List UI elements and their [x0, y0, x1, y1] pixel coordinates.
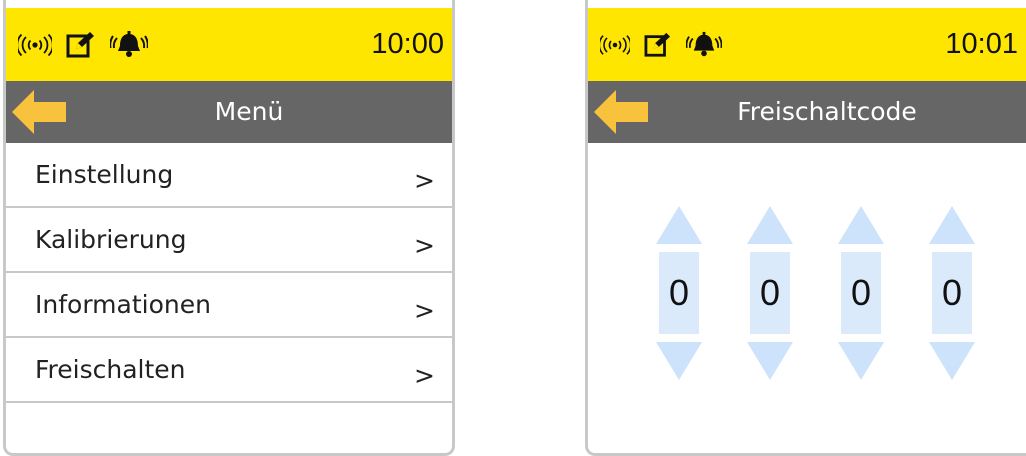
clock: 10:01 [945, 28, 1018, 60]
chevron-right-icon: > [414, 361, 435, 390]
increment-arrow-icon[interactable] [929, 206, 975, 244]
increment-arrow-icon[interactable] [838, 206, 884, 244]
title-bar: Menü [6, 81, 452, 143]
decrement-arrow-icon[interactable] [838, 342, 884, 380]
menu-item-label: Kalibrierung [35, 225, 187, 254]
menu-item-label: Einstellung [35, 160, 174, 189]
menu-item-label: Freischalten [35, 355, 186, 384]
title-bar: Freischaltcode [588, 81, 1026, 143]
page-title: Menü [214, 97, 284, 126]
digit-spinner-3: 0 [838, 206, 884, 380]
page-title: Freischaltcode [737, 97, 917, 126]
menu-screen: 10:00 Menü Einstellung > Kalibrierung > … [3, 0, 455, 456]
digit-value[interactable]: 0 [659, 252, 699, 334]
wireless-signal-icon [18, 33, 52, 56]
alarm-bell-icon [110, 30, 148, 57]
increment-arrow-icon[interactable] [747, 206, 793, 244]
digit-spinner-1: 0 [656, 206, 702, 380]
clock: 10:00 [371, 28, 444, 60]
status-icons [18, 8, 148, 81]
wireless-signal-icon [600, 34, 630, 55]
digit-value[interactable]: 0 [750, 252, 790, 334]
edit-note-icon [66, 31, 94, 57]
decrement-arrow-icon[interactable] [656, 342, 702, 380]
decrement-arrow-icon[interactable] [747, 342, 793, 380]
unlock-code-screen: 10:01 Freischaltcode 0 0 0 0 [585, 0, 1026, 456]
edit-note-icon [644, 32, 671, 57]
menu-item-einstellung[interactable]: Einstellung > [6, 143, 452, 208]
digit-spinner-2: 0 [747, 206, 793, 380]
increment-arrow-icon[interactable] [656, 206, 702, 244]
status-icons [600, 8, 722, 81]
menu-item-label: Informationen [35, 290, 211, 319]
code-digit-spinners: 0 0 0 0 [656, 206, 975, 380]
menu-list: Einstellung > Kalibrierung > Information… [6, 143, 452, 403]
menu-item-informationen[interactable]: Informationen > [6, 273, 452, 338]
status-bar: 10:01 [588, 8, 1026, 81]
digit-value[interactable]: 0 [932, 252, 972, 334]
decrement-arrow-icon[interactable] [929, 342, 975, 380]
chevron-right-icon: > [414, 296, 435, 325]
status-bar: 10:00 [6, 8, 452, 81]
chevron-right-icon: > [414, 231, 435, 260]
menu-item-kalibrierung[interactable]: Kalibrierung > [6, 208, 452, 273]
digit-value[interactable]: 0 [841, 252, 881, 334]
chevron-right-icon: > [414, 166, 435, 195]
menu-item-freischalten[interactable]: Freischalten > [6, 338, 452, 403]
alarm-bell-icon [686, 31, 722, 56]
digit-spinner-4: 0 [929, 206, 975, 380]
